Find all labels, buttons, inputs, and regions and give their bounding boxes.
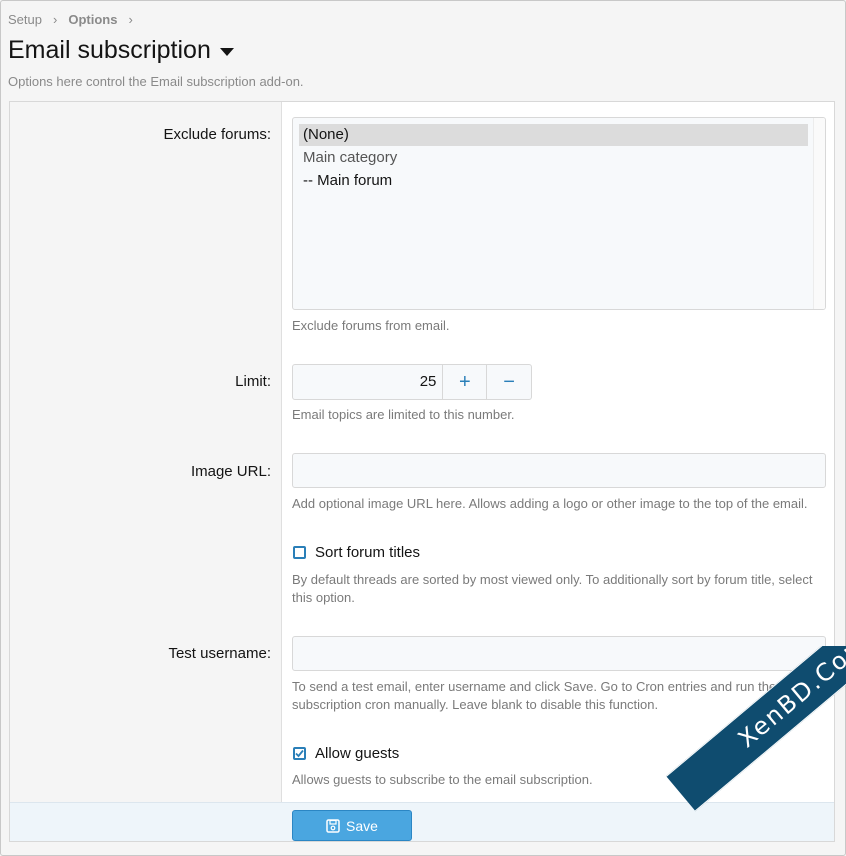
save-button[interactable]: Save: [292, 810, 412, 841]
select-option-main-category[interactable]: Main category: [299, 147, 808, 169]
minus-icon[interactable]: −: [487, 365, 531, 399]
page-description: Options here control the Email subscript…: [8, 74, 304, 89]
chevron-right-icon: ›: [128, 12, 133, 27]
caret-down-icon[interactable]: [219, 47, 234, 56]
exclude-forums-select[interactable]: (None) Main category -- Main forum: [292, 117, 826, 310]
page-title-text: Email subscription: [8, 36, 211, 64]
image-url-help: Add optional image URL here. Allows addi…: [292, 496, 808, 511]
limit-value[interactable]: 25: [293, 365, 444, 399]
breadcrumb-options[interactable]: Options: [68, 12, 117, 27]
sort-forum-titles-option[interactable]: Sort forum titles: [293, 544, 420, 561]
select-option-none[interactable]: (None): [299, 124, 808, 146]
image-url-input[interactable]: [292, 453, 826, 488]
options-form: Exclude forums: Limit: Image URL: Test u…: [9, 101, 835, 842]
chevron-right-icon: ›: [52, 12, 58, 27]
allow-guests-help: Allows guests to subscribe to the email …: [292, 772, 593, 787]
limit-label: Limit:: [235, 373, 271, 390]
allow-guests-option[interactable]: Allow guests: [293, 745, 399, 762]
test-username-help: To send a test email, enter username and…: [292, 679, 813, 712]
limit-help: Email topics are limited to this number.: [292, 407, 515, 422]
image-url-label: Image URL:: [190, 463, 271, 480]
allow-guests-label: Allow guests: [315, 745, 400, 762]
allow-guests-checkbox[interactable]: [293, 747, 306, 760]
sort-forum-titles-label: Sort forum titles: [315, 544, 421, 561]
breadcrumb: Setup › Options ›: [8, 12, 144, 27]
limit-stepper: 25 + −: [292, 364, 532, 400]
test-username-label: Test username:: [168, 645, 271, 662]
save-icon: [326, 818, 340, 833]
sort-forum-titles-checkbox[interactable]: [293, 546, 306, 559]
select-scrollbar[interactable]: [813, 118, 825, 309]
plus-icon[interactable]: +: [443, 365, 488, 399]
page-title[interactable]: Email subscription: [8, 36, 234, 65]
test-username-input[interactable]: [292, 636, 826, 671]
sort-forum-titles-help: By default threads are sorted by most vi…: [292, 572, 813, 605]
label-column: Exclude forums: Limit: Image URL: Test u…: [10, 102, 282, 802]
exclude-forums-help: Exclude forums from email.: [292, 318, 450, 333]
select-option-main-forum[interactable]: -- Main forum: [299, 170, 808, 192]
exclude-forums-label: Exclude forums:: [163, 126, 271, 143]
form-footer: Save: [10, 802, 834, 841]
breadcrumb-setup[interactable]: Setup: [8, 12, 42, 27]
save-button-label: Save: [346, 817, 378, 834]
